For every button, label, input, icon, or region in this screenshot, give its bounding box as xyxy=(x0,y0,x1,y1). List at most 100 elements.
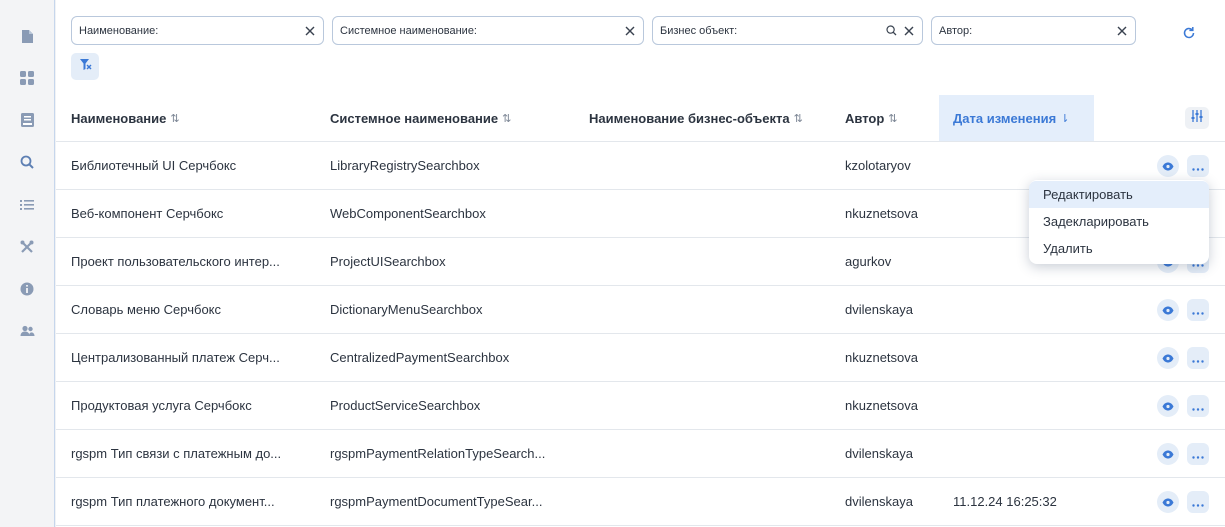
cell-author: nkuznetsova xyxy=(845,398,918,413)
column-header-name[interactable]: Наименование ⇅ xyxy=(71,95,180,141)
cell-name: rgspm Тип платежного документ... xyxy=(71,494,275,509)
table-row[interactable]: Словарь меню Серчбокс DictionaryMenuSear… xyxy=(56,286,1225,334)
more-horizontal-icon xyxy=(1192,495,1204,510)
clear-icon[interactable] xyxy=(901,23,917,39)
column-header-label: Дата изменения xyxy=(953,110,1057,126)
more-actions-button[interactable] xyxy=(1187,443,1209,465)
search-icon[interactable] xyxy=(883,23,899,39)
column-header-modified[interactable]: Дата изменения ⇂ xyxy=(939,95,1094,141)
sort-icon[interactable]: ⇅ xyxy=(170,112,179,125)
menu-item-delete[interactable]: Удалить xyxy=(1029,235,1209,262)
cell-system-name: WebComponentSearchbox xyxy=(330,206,486,221)
cell-modified xyxy=(953,382,1093,429)
name-filter-field[interactable]: Наименование: xyxy=(71,16,324,45)
sort-desc-icon[interactable]: ⇂ xyxy=(1060,112,1069,125)
cell-modified xyxy=(953,334,1093,381)
business-object-filter-label: Бизнес объект: xyxy=(660,24,738,37)
sort-icon[interactable]: ⇅ xyxy=(794,112,803,125)
eye-icon xyxy=(1162,351,1174,366)
table-row[interactable]: Продуктовая услуга Серчбокс ProductServi… xyxy=(56,382,1225,430)
business-object-filter-field[interactable]: Бизнес объект: xyxy=(652,16,923,45)
eye-icon xyxy=(1162,303,1174,318)
name-filter-label: Наименование: xyxy=(79,24,159,37)
cell-name: Продуктовая услуга Серчбокс xyxy=(71,398,252,413)
document-icon[interactable] xyxy=(19,28,35,44)
dashboard-icon[interactable] xyxy=(19,70,35,86)
users-icon[interactable] xyxy=(19,323,35,339)
more-actions-button[interactable] xyxy=(1187,155,1209,177)
eye-icon xyxy=(1162,447,1174,462)
info-icon[interactable] xyxy=(19,281,35,297)
view-button[interactable] xyxy=(1157,299,1179,321)
cell-modified xyxy=(953,430,1093,477)
book-icon[interactable] xyxy=(19,112,35,128)
clear-icon[interactable] xyxy=(302,23,318,39)
table-row[interactable]: rgspm Тип связи с платежным до... rgspmP… xyxy=(56,430,1225,478)
menu-item-declare[interactable]: Задекларировать xyxy=(1029,208,1209,235)
view-button[interactable] xyxy=(1157,347,1179,369)
author-filter-label: Автор: xyxy=(939,24,973,37)
cell-system-name: DictionaryMenuSearchbox xyxy=(330,302,483,317)
cell-author: nkuznetsova xyxy=(845,350,918,365)
cell-name: Библиотечный UI Серчбокс xyxy=(71,158,237,173)
sort-icon[interactable]: ⇅ xyxy=(502,112,511,125)
cell-modified xyxy=(953,286,1093,333)
view-button[interactable] xyxy=(1157,491,1179,513)
search-icon[interactable] xyxy=(19,154,35,170)
cell-system-name: ProjectUISearchbox xyxy=(330,254,446,269)
menu-item-edit[interactable]: Редактировать xyxy=(1029,181,1209,208)
list-icon[interactable] xyxy=(19,197,35,213)
cell-system-name: ProductServiceSearchbox xyxy=(330,398,481,413)
more-actions-button[interactable] xyxy=(1187,299,1209,321)
cell-author: agurkov xyxy=(845,254,892,269)
cell-business-object xyxy=(589,382,829,429)
column-header-label: Автор xyxy=(845,110,885,126)
column-header-author[interactable]: Автор ⇅ xyxy=(845,95,898,141)
cell-name: Проект пользовательского интер... xyxy=(71,254,280,269)
view-button[interactable] xyxy=(1157,443,1179,465)
system-name-filter-label: Системное наименование: xyxy=(340,24,477,37)
more-horizontal-icon xyxy=(1192,399,1204,414)
view-button[interactable] xyxy=(1157,155,1179,177)
cell-business-object xyxy=(589,334,829,381)
refresh-icon[interactable] xyxy=(1182,26,1198,42)
filter-icon xyxy=(79,58,92,76)
tools-icon[interactable] xyxy=(19,239,35,255)
cell-system-name: LibraryRegistrySearchbox xyxy=(330,158,480,173)
column-header-business-object[interactable]: Наименование бизнес-объекта ⇅ xyxy=(589,95,803,141)
cell-business-object xyxy=(589,430,829,477)
cell-business-object xyxy=(589,190,829,237)
more-horizontal-icon xyxy=(1192,159,1204,174)
column-header-label: Наименование бизнес-объекта xyxy=(589,110,790,126)
eye-icon xyxy=(1162,399,1174,414)
cell-author: nkuznetsova xyxy=(845,206,918,221)
settings-sliders-icon xyxy=(1191,109,1203,127)
cell-author: dvilenskaya xyxy=(845,494,913,509)
column-header-label: Наименование xyxy=(71,110,167,126)
system-name-filter-field[interactable]: Системное наименование: xyxy=(332,16,644,45)
more-horizontal-icon xyxy=(1192,351,1204,366)
more-actions-button[interactable] xyxy=(1187,347,1209,369)
more-horizontal-icon xyxy=(1192,447,1204,462)
clear-icon[interactable] xyxy=(1114,23,1130,39)
clear-icon[interactable] xyxy=(622,23,638,39)
sort-icon[interactable]: ⇅ xyxy=(888,112,897,125)
app: Наименование: Системное наименование: Би… xyxy=(0,0,1225,527)
table-row[interactable]: Централизованный платеж Серч... Centrali… xyxy=(56,334,1225,382)
more-actions-button[interactable] xyxy=(1187,491,1209,513)
column-settings-button[interactable] xyxy=(1185,107,1209,129)
cell-modified: 11.12.24 16:25:32 xyxy=(953,494,1057,509)
table-row[interactable]: rgspm Тип платежного документ... rgspmPa… xyxy=(56,478,1225,526)
view-button[interactable] xyxy=(1157,395,1179,417)
cell-name: rgspm Тип связи с платежным до... xyxy=(71,446,282,461)
author-filter-field[interactable]: Автор: xyxy=(931,16,1136,45)
data-table: Наименование ⇅ Системное наименование ⇅ На… xyxy=(56,95,1225,526)
cell-system-name: rgspmPaymentDocumentTypeSear... xyxy=(330,494,543,509)
eye-icon xyxy=(1162,495,1174,510)
column-header-system-name[interactable]: Системное наименование ⇅ xyxy=(330,95,511,141)
filter-button[interactable] xyxy=(71,53,99,80)
cell-author: dvilenskaya xyxy=(845,446,913,461)
column-header-label: Системное наименование xyxy=(330,110,499,126)
cell-author: dvilenskaya xyxy=(845,302,913,317)
more-actions-button[interactable] xyxy=(1187,395,1209,417)
